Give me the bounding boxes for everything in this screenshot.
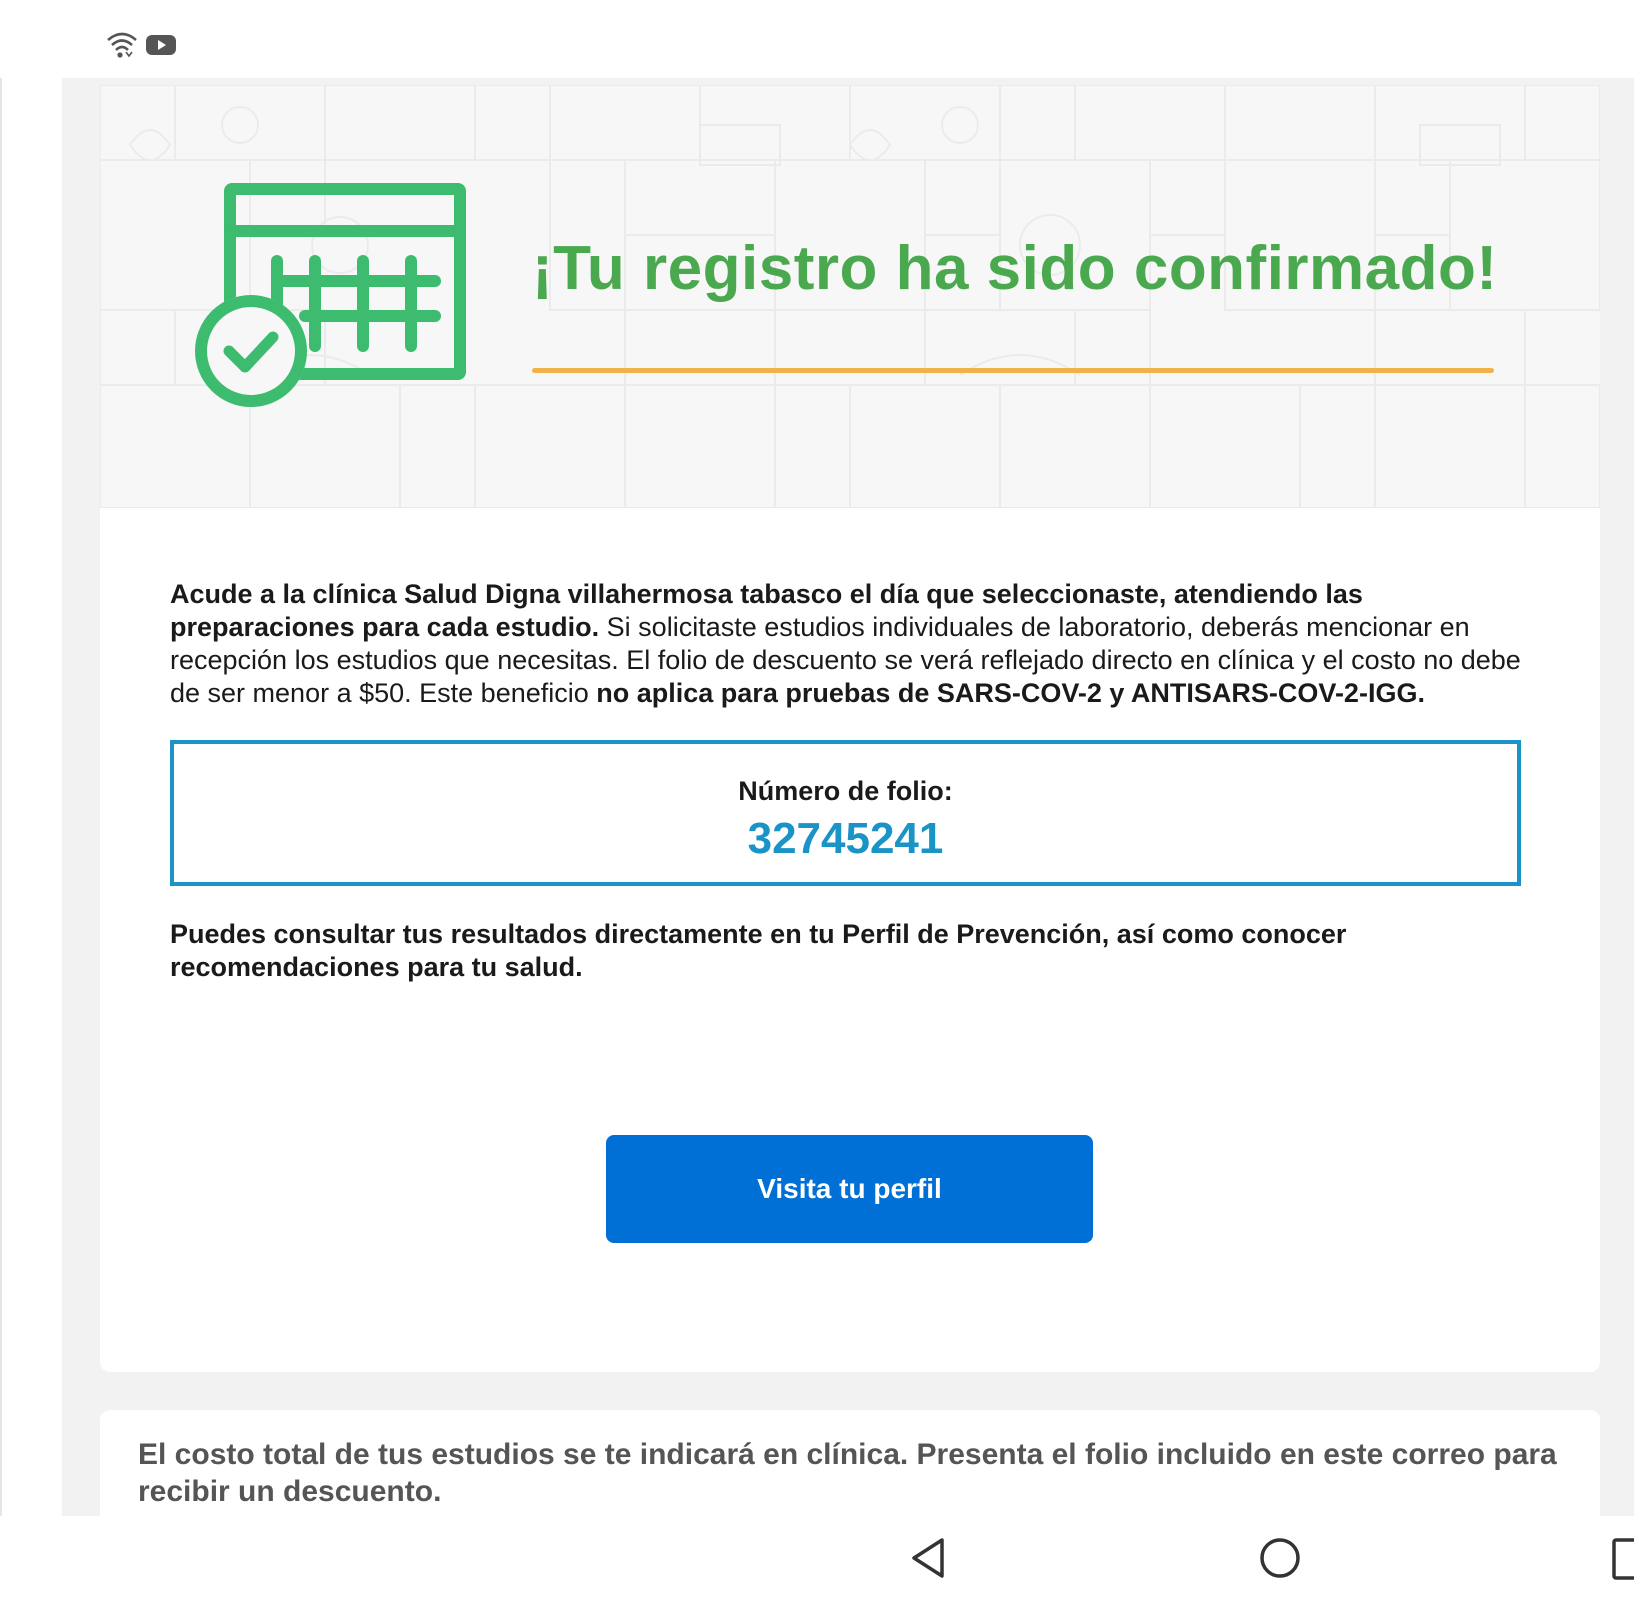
home-icon[interactable] — [1258, 1536, 1302, 1585]
visit-profile-button[interactable]: Visita tu perfil — [606, 1135, 1093, 1243]
title-underline — [532, 368, 1494, 373]
recents-icon[interactable] — [1612, 1538, 1634, 1585]
confirmation-banner: ¡Tu registro ha sido confirmado! — [100, 85, 1600, 508]
left-edge-divider — [0, 78, 2, 1516]
confirmation-title: ¡Tu registro ha sido confirmado! — [532, 234, 1498, 303]
folio-label: Número de folio: — [738, 776, 953, 806]
cost-note-card: El costo total de tus estudios se te ind… — [100, 1410, 1600, 1530]
results-info-text: Puedes consultar tus resultados directam… — [170, 919, 1347, 982]
calendar-check-icon — [195, 181, 475, 426]
youtube-icon — [145, 33, 177, 62]
intro-disclaimer-text: no aplica para pruebas de SARS-COV-2 y A… — [596, 678, 1425, 708]
status-icons — [105, 30, 177, 65]
cost-note-text: El costo total de tus estudios se te ind… — [138, 1438, 1557, 1508]
intro-paragraph: Acude a la clínica Salud Digna villaherm… — [170, 578, 1550, 710]
wifi-icon — [105, 30, 139, 65]
folio-box: Número de folio: 32745241 — [170, 740, 1521, 886]
folio-number: 32745241 — [747, 814, 944, 863]
navigation-bar — [0, 1516, 1634, 1600]
back-icon[interactable] — [908, 1536, 948, 1585]
status-bar — [0, 0, 1634, 78]
registration-details-card: Acude a la clínica Salud Digna villaherm… — [100, 508, 1600, 1372]
